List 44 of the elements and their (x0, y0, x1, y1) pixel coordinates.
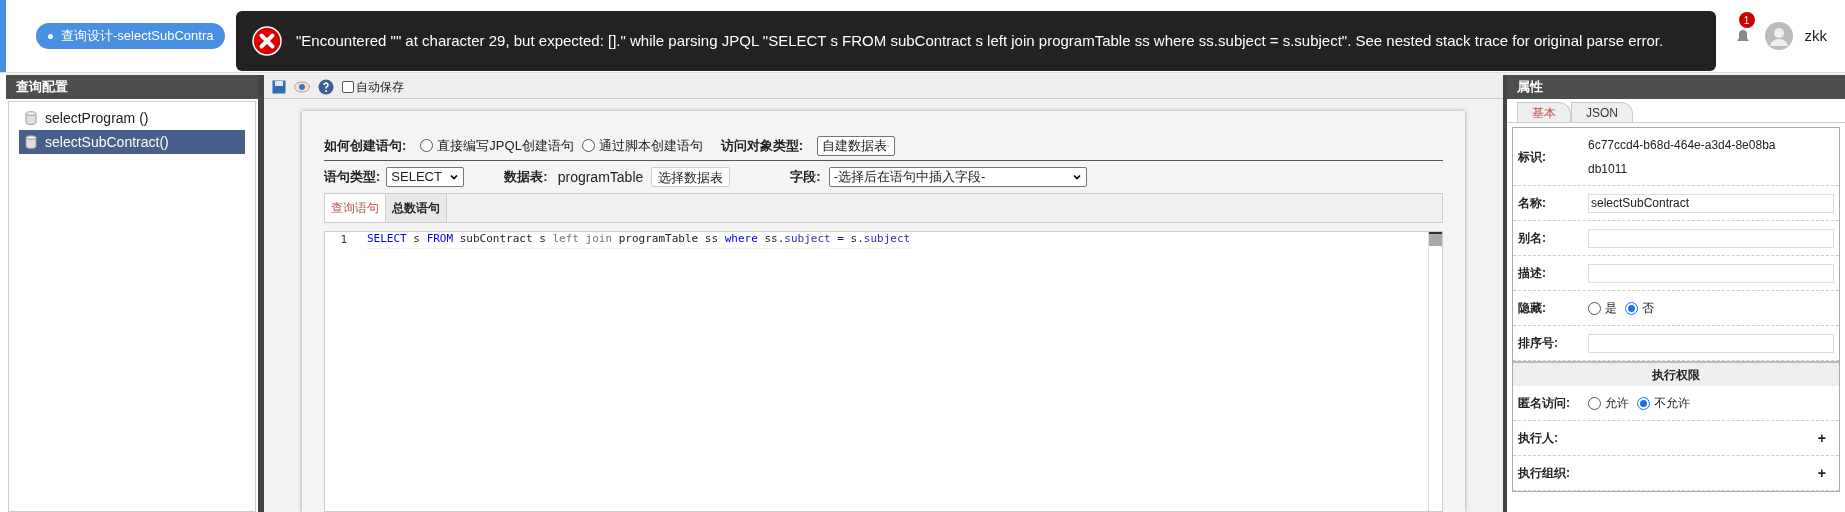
property-label: 排序号: (1518, 335, 1559, 352)
id-value: 6c77ccd4-b68d-464e-a3d4-8e08badb1011 (1588, 136, 1777, 178)
property-label: 别名: (1518, 230, 1547, 247)
field-label: 数据表: (504, 168, 548, 187)
panel-header: 查询配置 (6, 75, 258, 99)
list-item[interactable]: selectSubContract() (19, 130, 245, 154)
property-label: 隐藏: (1518, 300, 1547, 317)
property-label: 名称: (1518, 195, 1547, 212)
line-number: 1 (339, 231, 348, 248)
field-label: 如何创建语句: (324, 136, 407, 155)
radio-label: 通过脚本创建语句 (598, 136, 703, 155)
property-label: 匿名访问: (1518, 395, 1571, 412)
error-message: "Encountered "" at character 29, but expected: []." while parsing JPQL "SELECT s FROM subContract s left join programTable ss where ss.subject = s.subject". See nested stack trace for original parse error. (296, 30, 1664, 51)
radio-label: 是 (1605, 300, 1617, 317)
property-tab[interactable]: JSON (1571, 102, 1633, 122)
field-label: 语句类型: (324, 168, 381, 187)
access-type-select[interactable]: 自建数据表 (817, 135, 896, 156)
property-label: 描述: (1518, 265, 1547, 282)
code-line: SELECT s FROM subContract s left join programTable ss where ss.subject = s.subject (367, 231, 913, 249)
add-button[interactable]: + (1817, 462, 1826, 484)
radio-label: 允许 (1605, 395, 1629, 412)
property-tab[interactable]: 基本 (1517, 102, 1571, 122)
radio-label: 不允许 (1654, 395, 1690, 412)
property-label: 执行人: (1518, 430, 1559, 447)
username: zkk (1804, 25, 1827, 46)
list-item[interactable]: selectProgram () (19, 106, 245, 130)
table-name: programTable (557, 167, 644, 187)
property-label: 执行组织: (1518, 465, 1571, 482)
radio-label: 直接编写JPQL创建语句 (437, 136, 574, 155)
editor-tab[interactable]: 查询语句 (325, 194, 386, 222)
select-table-button[interactable]: 选择数据表 (651, 167, 731, 187)
statement-type-select[interactable]: SELECT (386, 167, 465, 187)
field-label: 字段: (790, 168, 821, 187)
editor-tab[interactable]: 总数语句 (386, 194, 447, 222)
field-select[interactable]: -选择后在语句中插入字段- (828, 167, 1087, 187)
panel-header: 属性 (1507, 75, 1845, 99)
section-header: 执行权限 (1513, 361, 1839, 386)
radio-label: 否 (1642, 300, 1654, 317)
field-label: 访问对象类型: (720, 136, 804, 155)
text-input[interactable]: selectSubContract (1588, 193, 1834, 213)
notification-badge: 1 (1738, 12, 1755, 28)
add-button[interactable]: + (1817, 427, 1826, 449)
property-label: 标识: (1518, 148, 1547, 166)
autosave-label: 自动保存 (356, 78, 404, 96)
